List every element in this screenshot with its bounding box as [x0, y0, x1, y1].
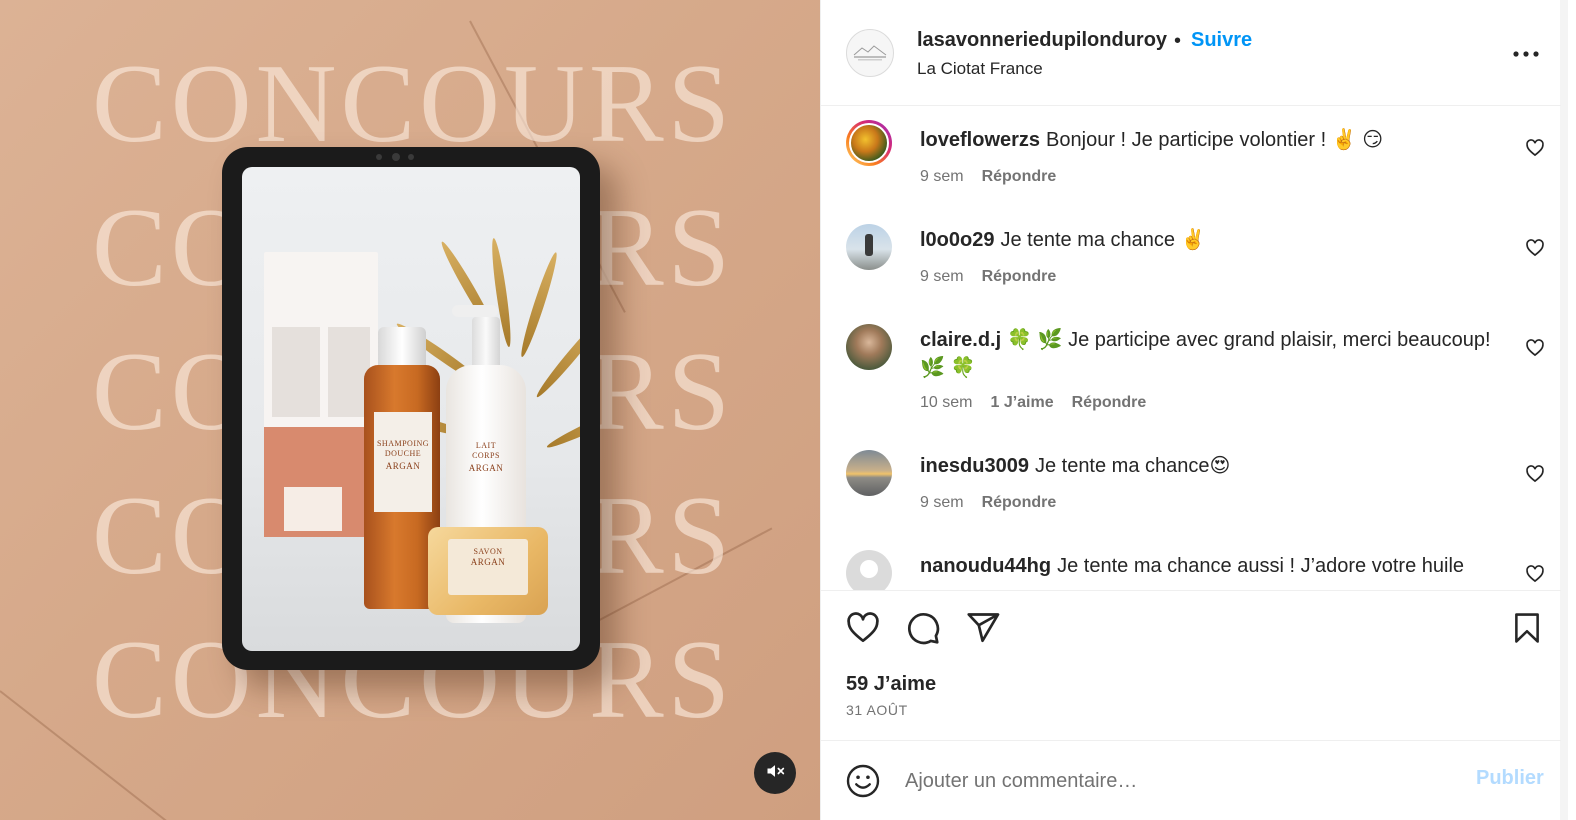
comment-username[interactable]: inesdu3009 — [920, 455, 1029, 477]
like-button[interactable] — [843, 610, 883, 650]
tablet-camera — [376, 154, 382, 160]
comment-body: loveflowerzs Bonjour ! Je participe volon… — [920, 126, 1510, 154]
comment-username[interactable]: claire.d.j — [920, 329, 1001, 351]
comments-list[interactable]: loveflowerzs Bonjour ! Je participe volon… — [821, 106, 1561, 590]
background-word: CONCOURS — [92, 42, 734, 166]
commenter-avatar[interactable] — [846, 550, 892, 590]
post-header: lasavonneriedupilonduroy • Suivre La Cio… — [821, 0, 1561, 106]
comment-meta: 10 sem 1 J’aime Répondre — [920, 394, 1146, 412]
commenter-avatar[interactable] — [846, 224, 892, 270]
like-comment-icon[interactable] — [1525, 564, 1547, 586]
comment-text: Je tente ma chance aussi ! J’adore votre… — [1057, 555, 1465, 577]
save-button[interactable] — [1507, 610, 1547, 650]
comment-time[interactable]: 9 sem — [920, 268, 964, 286]
comment-meta: 9 sem Répondre — [920, 168, 1056, 186]
lait-label-text: ARGAN — [468, 463, 504, 473]
emoji-icon[interactable] — [845, 763, 881, 799]
comment-body: l0o0o29 Je tente ma chance ✌️ — [920, 226, 1510, 254]
share-button[interactable] — [963, 610, 1003, 650]
comment-text: Je tente ma chance😍 — [1034, 455, 1231, 477]
dried-leaf — [544, 395, 580, 452]
comment-username[interactable]: loveflowerzs — [920, 129, 1040, 151]
shampoo-label-text: SHAMPOING — [376, 439, 430, 448]
brand-logo-icon — [853, 45, 887, 61]
comment-username[interactable]: nanoudu44hg — [920, 555, 1051, 577]
shampoo-label-text: ARGAN — [385, 461, 421, 471]
comment-text: Je tente ma chance ✌️ — [1000, 229, 1206, 251]
comment-body: nanoudu44hg Je tente ma chance aussi ! J’… — [920, 552, 1510, 580]
comment-text: 🍀 🌿 Je participe avec grand plaisir, mer… — [920, 329, 1491, 379]
author-username[interactable]: lasavonneriedupilonduroy — [917, 29, 1167, 52]
lait-label-text: LAIT — [475, 441, 497, 450]
comment-meta: 9 sem Répondre — [920, 494, 1056, 512]
post-media[interactable]: CONCOURS CONCOURS CONCOURS CONCOURS CONC… — [0, 0, 820, 820]
mute-button[interactable] — [754, 752, 796, 794]
post-location[interactable]: La Ciotat France — [917, 59, 1043, 79]
tablet-device: SHAMPOING DOUCHE ARGAN LAIT CORPS ARGAN … — [222, 147, 600, 670]
add-comment-bar: Publier — [821, 740, 1561, 820]
shampoo-label-text: DOUCHE — [384, 449, 422, 458]
like-comment-icon[interactable] — [1525, 238, 1547, 260]
share-icon — [965, 610, 1001, 651]
follow-button[interactable]: Suivre — [1191, 29, 1252, 52]
tablet-camera — [408, 154, 414, 160]
comment-like-count[interactable]: 1 J’aime — [990, 394, 1053, 412]
post-details-panel: lasavonneriedupilonduroy • Suivre La Cio… — [820, 0, 1568, 820]
like-comment-icon[interactable] — [1525, 138, 1547, 160]
more-options-icon — [1513, 44, 1539, 62]
separator-dot: • — [1174, 30, 1182, 52]
commenter-avatar[interactable] — [846, 120, 892, 166]
bookmark-icon — [1510, 610, 1544, 651]
comment-time[interactable]: 9 sem — [920, 494, 964, 512]
comment-time[interactable]: 9 sem — [920, 168, 964, 186]
tablet-camera — [392, 153, 400, 161]
comment-body: inesdu3009 Je tente ma chance😍 — [920, 452, 1510, 480]
soap-label-text: ARGAN — [470, 557, 506, 567]
comment-username[interactable]: l0o0o29 — [920, 229, 994, 251]
post-date[interactable]: 31 AOÛT — [846, 702, 908, 718]
publish-button[interactable]: Publier — [1476, 767, 1544, 790]
commenter-avatar[interactable] — [846, 324, 892, 370]
commenter-avatar[interactable] — [846, 450, 892, 496]
like-comment-icon[interactable] — [1525, 464, 1547, 486]
gift-box-sleeve — [264, 427, 364, 537]
more-options-button[interactable] — [1511, 38, 1541, 68]
product-photo: SHAMPOING DOUCHE ARGAN LAIT CORPS ARGAN … — [242, 167, 580, 651]
reply-button[interactable]: Répondre — [1072, 394, 1147, 412]
speaker-muted-icon — [765, 761, 785, 786]
instagram-post-modal: CONCOURS CONCOURS CONCOURS CONCOURS CONC… — [0, 0, 1576, 820]
comment-input[interactable] — [905, 765, 1445, 797]
reply-button[interactable]: Répondre — [982, 168, 1057, 186]
pump-head — [472, 317, 500, 369]
author-avatar[interactable] — [846, 29, 894, 77]
comment-icon — [905, 610, 941, 651]
comment-body: claire.d.j 🍀 🌿 Je participe avec grand pl… — [920, 326, 1510, 382]
dried-leaf — [533, 309, 580, 401]
reply-button[interactable]: Répondre — [982, 268, 1057, 286]
comment-meta: 9 sem Répondre — [920, 268, 1056, 286]
post-actions — [821, 590, 1561, 670]
comment-text: Bonjour ! Je participe volontier ! ✌️ 😏 — [1046, 129, 1384, 151]
comment-button[interactable] — [903, 610, 943, 650]
lait-label-text: CORPS — [472, 451, 500, 460]
like-comment-icon[interactable] — [1525, 338, 1547, 360]
scrollbar[interactable] — [1560, 0, 1568, 820]
soap-label-text: SAVON — [473, 547, 503, 556]
comment-time[interactable]: 10 sem — [920, 394, 972, 412]
dried-leaf — [517, 250, 561, 359]
heart-icon — [845, 610, 881, 651]
like-count[interactable]: 59 J’aime — [846, 673, 936, 696]
pump-nozzle — [452, 305, 498, 317]
reply-button[interactable]: Répondre — [982, 494, 1057, 512]
